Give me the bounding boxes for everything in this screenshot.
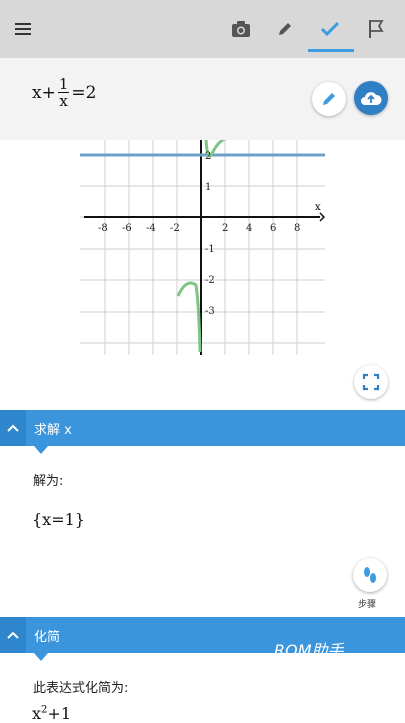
- equation-rhs: =2: [71, 82, 97, 103]
- equation-lhs: x+: [32, 82, 56, 103]
- steps-label: 步骤: [358, 600, 377, 610]
- pencil-icon: [323, 93, 335, 105]
- active-tab-indicator: [308, 49, 354, 52]
- x-tick-label: -8: [98, 223, 108, 234]
- x-tick-label: 4: [246, 223, 252, 234]
- edit-equation-button[interactable]: [312, 82, 346, 116]
- header-notch: [34, 446, 48, 454]
- cloud-upload-icon: [361, 92, 382, 105]
- solution-value: {x=1}: [32, 510, 85, 529]
- flag-icon[interactable]: [361, 14, 391, 44]
- hamburger-icon[interactable]: [9, 14, 39, 44]
- x-tick-label: 6: [270, 223, 276, 234]
- y-tick-label: -1: [205, 244, 215, 255]
- fullscreen-button[interactable]: [354, 365, 388, 399]
- simplify-title: 化简: [34, 630, 61, 645]
- simplify-label: 此表达式化简为:: [33, 681, 129, 696]
- watermark: ROM助手: [274, 641, 344, 660]
- solve-section-header[interactable]: 求解 x: [0, 410, 405, 446]
- chevron-up-icon[interactable]: [0, 410, 26, 446]
- header-notch: [34, 653, 48, 661]
- top-toolbar: [0, 0, 405, 58]
- x-tick-label: -4: [146, 223, 156, 234]
- show-steps-button[interactable]: [353, 558, 387, 592]
- x-tick-label: 2: [222, 223, 228, 234]
- y-tick-label: 2: [205, 151, 211, 162]
- solve-title: 求解 x: [34, 423, 72, 438]
- solution-label: 解为:: [33, 474, 64, 489]
- function-graph[interactable]: x -8 -6 -4 -2 2 4 6 8 2 1 -1 -2 -3: [80, 140, 325, 355]
- x-tick-label: -2: [170, 223, 180, 234]
- y-tick-label: -3: [205, 306, 215, 317]
- equation-fraction: 1 x: [57, 75, 70, 110]
- y-tick-label: -2: [205, 275, 215, 286]
- pencil-icon[interactable]: [270, 14, 300, 44]
- x-tick-label: -6: [122, 223, 132, 234]
- simplify-section-header[interactable]: 化简: [0, 617, 405, 653]
- cloud-upload-button[interactable]: [354, 81, 388, 115]
- y-tick-label: 1: [205, 182, 211, 193]
- curve-negative-branch: [176, 281, 202, 353]
- check-icon[interactable]: [315, 14, 345, 44]
- camera-icon[interactable]: [226, 14, 256, 44]
- fullscreen-icon: [362, 373, 380, 391]
- equation-display[interactable]: x+ 1 x =2: [32, 76, 96, 109]
- footprints-icon: [364, 567, 376, 583]
- chevron-up-icon[interactable]: [0, 617, 26, 653]
- x-tick-label: 8: [294, 223, 300, 234]
- x-axis-label: x: [315, 202, 321, 213]
- simplified-expression: x2+1: [32, 704, 71, 723]
